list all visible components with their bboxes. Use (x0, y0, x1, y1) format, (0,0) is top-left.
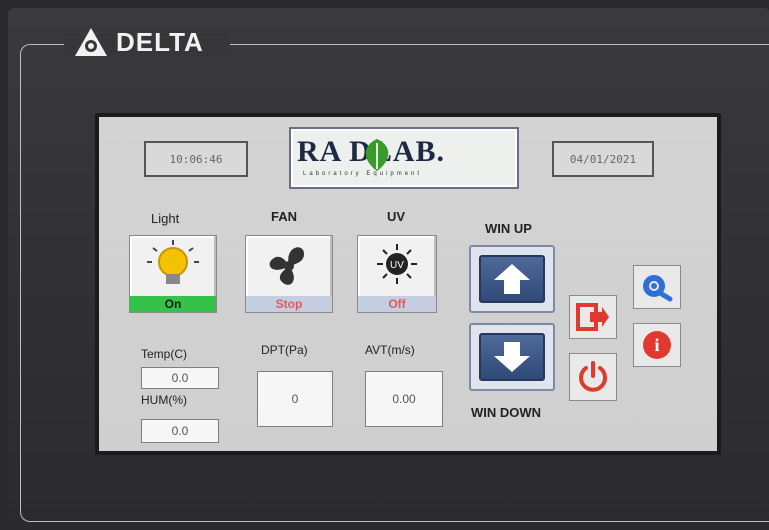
exit-button[interactable] (569, 295, 617, 339)
win-up-label: WIN UP (485, 221, 532, 236)
temp-label: Temp(C) (141, 347, 188, 361)
info-icon: i (643, 331, 671, 359)
delta-brand: DELTA (74, 26, 204, 58)
logo-subtitle: Laboratory Equipment (303, 171, 423, 177)
window-up-button[interactable] (469, 245, 555, 313)
window-up-face (479, 255, 545, 303)
radlab-logo: RA DLAB. Laboratory Equipment (289, 127, 519, 189)
date-display: 04/01/2021 (552, 141, 654, 177)
uv-label: UV (387, 209, 406, 224)
dpt-label: DPT(Pa) (261, 343, 308, 357)
avt-value-field: 0.00 (365, 371, 443, 427)
uv-status: Off (358, 296, 436, 312)
temp-value-field: 0.0 (141, 367, 219, 389)
fan-icon (269, 247, 304, 285)
exit-icon (576, 303, 609, 331)
delta-logo-icon (75, 28, 107, 56)
brand-name: DELTA (116, 26, 204, 57)
leaf-icon (365, 139, 389, 171)
light-toggle-button[interactable]: On (129, 235, 217, 313)
svg-text:i: i (654, 335, 659, 355)
power-button[interactable] (569, 353, 617, 401)
hum-label: HUM(%) (141, 393, 187, 407)
window-down-button[interactable] (469, 323, 555, 391)
fan-status: Stop (246, 296, 332, 312)
power-icon (579, 361, 607, 392)
gear-icon (643, 275, 673, 302)
uv-toggle-button[interactable]: UV Off (357, 235, 437, 313)
light-bulb-icon (147, 240, 199, 284)
dpt-value-field: 0 (257, 371, 333, 427)
fan-toggle-button[interactable]: Stop (245, 235, 333, 313)
fan-label: FAN (271, 209, 297, 224)
hum-value-field: 0.0 (141, 419, 219, 443)
settings-button[interactable] (633, 265, 681, 309)
uv-lamp-icon: UV (377, 244, 417, 284)
avt-label: AVT(m/s) (365, 343, 415, 357)
info-button[interactable]: i (633, 323, 681, 367)
light-status: On (130, 296, 216, 312)
touch-screen: 10:06:46 04/01/2021 RA DLAB. Laboratory … (95, 113, 721, 455)
time-display: 10:06:46 (144, 141, 248, 177)
uv-icon-text: UV (390, 260, 404, 271)
arrow-down-icon (494, 342, 530, 372)
arrow-up-icon (494, 264, 530, 294)
win-down-label: WIN DOWN (471, 405, 542, 420)
light-label: Light (151, 211, 180, 226)
window-down-face (479, 333, 545, 381)
